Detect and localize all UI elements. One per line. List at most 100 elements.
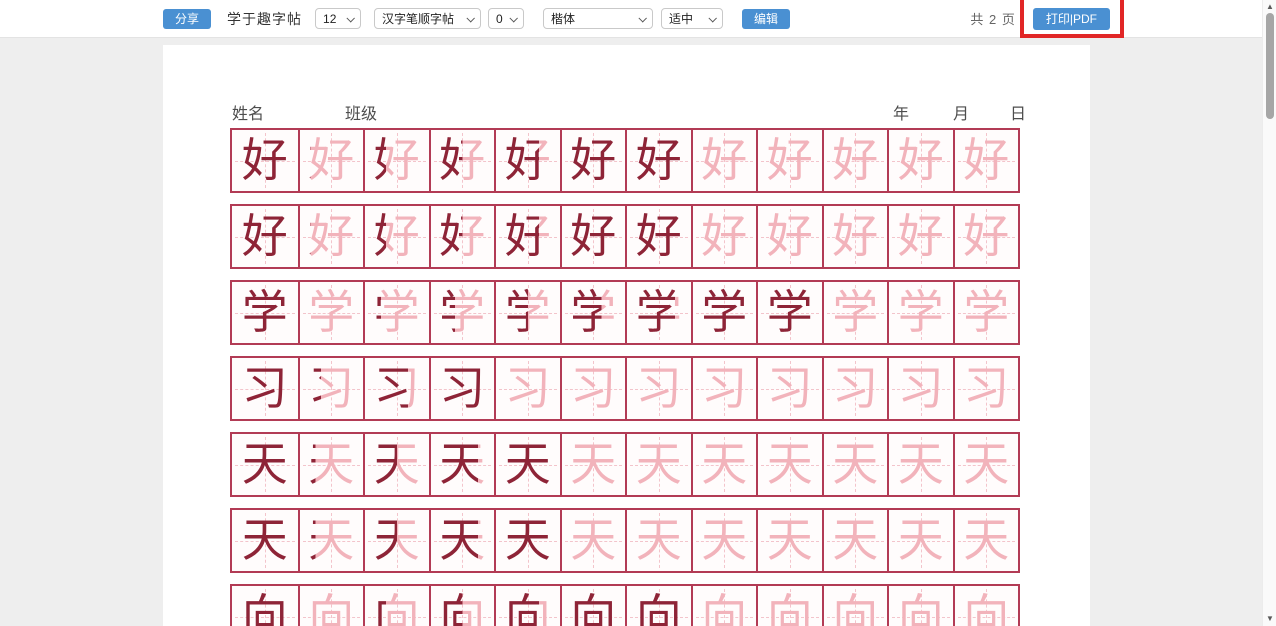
model-character-cell: 好 — [232, 206, 298, 267]
trace-character-cell: 习 — [953, 358, 1019, 419]
density-select[interactable]: 适中 — [661, 8, 723, 29]
edit-button[interactable]: 编辑 — [742, 9, 790, 29]
page-count: 共 2 页 — [970, 9, 1015, 28]
trace-character-cell: 习 — [691, 358, 757, 419]
trace-character-cell: 好 — [691, 206, 757, 267]
day-label: 日 — [1010, 100, 1026, 124]
scroll-down-icon[interactable]: ▼ — [1263, 613, 1276, 625]
trace-character-cell: 天 — [887, 434, 953, 495]
stroke-progress-character: 好 — [496, 130, 560, 190]
model-character-cell: 学 — [232, 282, 298, 343]
stroke-progress-character: 好 — [562, 130, 626, 190]
stroke-progress-character: 好 — [365, 130, 429, 190]
share-button[interactable]: 分享 — [163, 9, 211, 29]
font-family-select[interactable]: 楷体 — [543, 8, 653, 29]
model-character: 学 — [232, 282, 298, 342]
trace-character-cell: 习 — [887, 358, 953, 419]
app-window: 分享 学于趣字帖 12 汉字笔顺字帖 0 楷体 适中 编辑 共 2 页 打印|P… — [0, 0, 1276, 626]
trace-character: 学 — [824, 282, 888, 342]
stroke-progress-character: 天 — [365, 434, 429, 494]
practice-row: 学学学学学学学学学学学学 — [230, 280, 1020, 345]
scroll-up-icon[interactable]: ▲ — [1263, 1, 1276, 13]
model-character: 好 — [232, 130, 298, 190]
chevron-down-icon — [708, 14, 716, 22]
density-value: 适中 — [669, 10, 693, 27]
stroke-progress-character: 向 — [496, 586, 560, 626]
copybook-type-select[interactable]: 汉字笔顺字帖 — [374, 8, 481, 29]
stroke-order-cell: 好 — [494, 206, 560, 267]
stroke-order-cell: 学 — [363, 282, 429, 343]
chevron-down-icon — [509, 14, 517, 22]
trace-character-cell: 好 — [953, 130, 1019, 191]
model-character-cell: 天 — [232, 510, 298, 571]
practice-row: 天天天天天天天天天天天天 — [230, 432, 1020, 497]
trace-character: 向 — [824, 586, 888, 626]
stroke-order-cell: 天 — [429, 434, 495, 495]
stroke-order-cell: 习 — [298, 358, 364, 419]
stroke-progress-character: 学 — [562, 282, 626, 342]
stroke-order-cell: 向 — [429, 586, 495, 626]
stroke-order-cell: 好 — [494, 130, 560, 191]
font-family-value: 楷体 — [551, 10, 575, 27]
stroke-order-cell: 好 — [625, 130, 691, 191]
worksheet-page: 姓名 班级 年 月 日 好好好好好好好好好好好好好好好好好好好好好好好好学学学学… — [163, 45, 1090, 626]
trace-character-cell: 习 — [625, 358, 691, 419]
stroke-order-cell: 向 — [625, 586, 691, 626]
trace-character: 习 — [693, 358, 757, 418]
stroke-order-cell: 学 — [429, 282, 495, 343]
trace-character: 习 — [627, 358, 691, 418]
trace-character: 天 — [758, 434, 822, 494]
trace-character: 天 — [562, 510, 626, 570]
chevron-down-icon — [638, 14, 646, 22]
trace-character-cell: 向 — [953, 586, 1019, 626]
stroke-order-cell: 学 — [625, 282, 691, 343]
scrollbar[interactable]: ▲ ▼ — [1262, 0, 1276, 626]
trace-character-cell: 好 — [756, 206, 822, 267]
offset-select[interactable]: 0 — [488, 8, 524, 29]
stroke-order-cell: 好 — [298, 206, 364, 267]
practice-grid: 好好好好好好好好好好好好好好好好好好好好好好好好学学学学学学学学学学学学习习习习… — [230, 128, 1020, 626]
print-pdf-button[interactable]: 打印|PDF — [1033, 8, 1110, 30]
stroke-progress-character: 好 — [300, 206, 364, 266]
trace-character: 学 — [889, 282, 953, 342]
stroke-progress-character: 习 — [300, 358, 364, 418]
trace-character-cell: 学 — [887, 282, 953, 343]
stroke-order-cell: 学 — [494, 282, 560, 343]
stroke-order-cell: 习 — [363, 358, 429, 419]
trace-character-cell: 天 — [822, 434, 888, 495]
trace-character-cell: 天 — [822, 510, 888, 571]
trace-character: 好 — [889, 130, 953, 190]
stroke-order-cell: 好 — [560, 130, 626, 191]
trace-character: 天 — [758, 510, 822, 570]
trace-character: 天 — [889, 510, 953, 570]
stroke-order-cell: 天 — [363, 510, 429, 571]
scrollbar-thumb[interactable] — [1266, 13, 1274, 119]
trace-character: 习 — [758, 358, 822, 418]
stroke-progress-character: 天 — [496, 434, 560, 494]
trace-character: 好 — [693, 130, 757, 190]
trace-character: 天 — [627, 510, 691, 570]
trace-character-cell: 向 — [887, 586, 953, 626]
trace-character: 天 — [955, 434, 1019, 494]
stroke-progress-character: 学 — [496, 282, 560, 342]
stroke-progress-character: 向 — [431, 586, 495, 626]
model-character: 向 — [232, 586, 298, 626]
trace-character: 天 — [562, 434, 626, 494]
trace-character-cell: 习 — [822, 358, 888, 419]
trace-character-cell: 天 — [756, 434, 822, 495]
stroke-progress-character: 学 — [758, 282, 822, 342]
font-size-select[interactable]: 12 — [315, 8, 361, 29]
chevron-down-icon — [466, 14, 474, 22]
practice-row: 习习习习习习习习习习习习 — [230, 356, 1020, 421]
stroke-progress-character: 学 — [300, 282, 364, 342]
stroke-progress-character: 好 — [627, 206, 691, 266]
trace-character-cell: 好 — [756, 130, 822, 191]
stroke-order-cell: 好 — [363, 206, 429, 267]
trace-character-cell: 天 — [625, 510, 691, 571]
practice-row: 好好好好好好好好好好好好 — [230, 128, 1020, 193]
stroke-progress-character: 学 — [431, 282, 495, 342]
stroke-order-cell: 向 — [494, 586, 560, 626]
stroke-progress-character: 向 — [627, 586, 691, 626]
stroke-progress-character: 好 — [431, 206, 495, 266]
trace-character-cell: 好 — [953, 206, 1019, 267]
